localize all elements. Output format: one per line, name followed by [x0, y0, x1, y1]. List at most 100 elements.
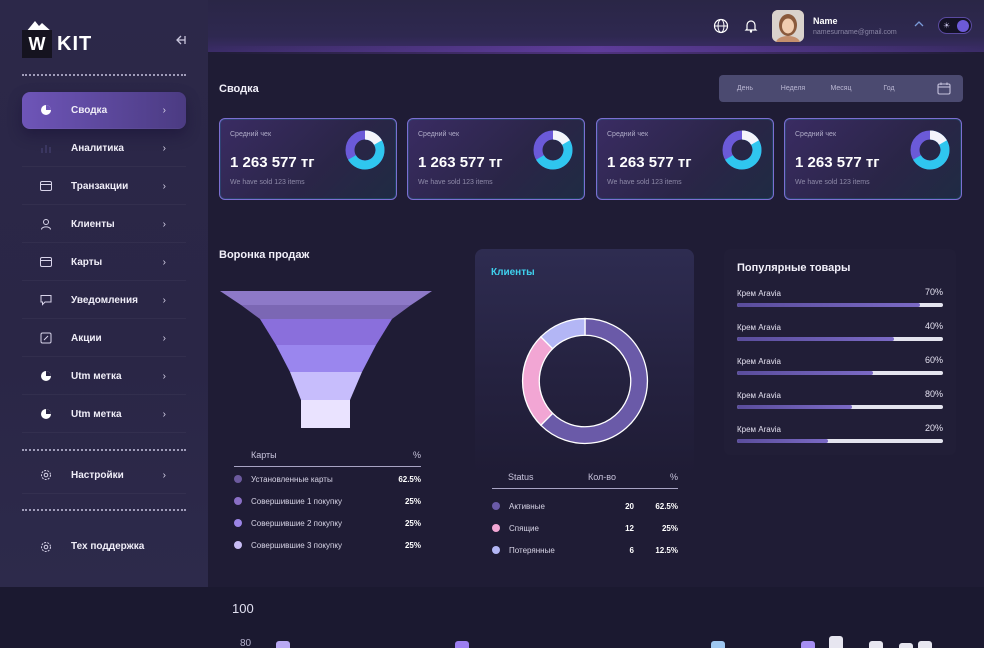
chevron-right-icon: › — [162, 408, 166, 420]
collapse-sidebar-icon[interactable] — [172, 32, 188, 48]
sidebar-item-notifications[interactable]: Уведомления › — [22, 282, 186, 319]
chevron-right-icon: › — [162, 256, 166, 268]
table-row: Совершившие 2 покупку 25% — [234, 512, 421, 534]
progress-track — [737, 337, 943, 341]
sidebar-item-settings[interactable]: Настройки › — [22, 457, 186, 494]
summary-card[interactable]: Средний чек 1 263 577 тг We have sold 12… — [784, 118, 962, 200]
donut-icon — [533, 130, 573, 170]
sidebar: W KIT Сводка › Аналитика › Транзакции › … — [0, 0, 208, 587]
row-status: Активные — [509, 501, 545, 511]
legend-dot — [492, 502, 500, 510]
period-week[interactable]: Неделя — [769, 85, 817, 92]
summary-card[interactable]: Средний чек 1 263 577 тг We have sold 12… — [596, 118, 774, 200]
column-header-count: Кол-во — [588, 472, 616, 482]
chart-bar — [801, 641, 815, 648]
progress-fill — [737, 405, 853, 409]
column-header-pct: % — [669, 472, 678, 482]
user-email: namesurname@gmail.com — [813, 29, 897, 36]
avatar[interactable] — [772, 10, 804, 42]
donut-slice — [521, 335, 554, 427]
product-row[interactable]: Крем Aravia 70% — [737, 287, 943, 309]
card-value: 1 263 577 тг — [230, 154, 315, 171]
row-count: 6 — [629, 545, 634, 555]
summary-card[interactable]: Средний чек 1 263 577 тг We have sold 12… — [219, 118, 397, 200]
legend-dot — [492, 546, 500, 554]
product-row[interactable]: Крем Aravia 80% — [737, 389, 943, 411]
funnel-stage — [220, 291, 432, 305]
card-label: Средний чек — [607, 131, 649, 138]
legend-dot — [234, 541, 242, 549]
y-tick-label: 80 — [240, 638, 252, 648]
user-icon — [36, 218, 56, 230]
logo-text: KIT — [57, 33, 93, 55]
legend-dot — [234, 497, 242, 505]
top-header — [208, 0, 984, 52]
product-name: Крем Aravia — [737, 289, 781, 298]
chart-bar — [869, 641, 883, 648]
card-subtext: We have sold 123 items — [795, 179, 870, 186]
period-year[interactable]: Год — [865, 85, 913, 92]
summary-card[interactable]: Средний чек 1 263 577 тг We have sold 12… — [407, 118, 585, 200]
card-value: 1 263 577 тг — [607, 154, 692, 171]
chevron-right-icon: › — [162, 294, 166, 306]
chevron-right-icon: › — [162, 104, 166, 116]
globe-icon[interactable] — [713, 18, 729, 34]
chevron-right-icon: › — [162, 218, 166, 230]
column-header-status: Status — [508, 472, 534, 482]
sidebar-item-label: Транзакции — [71, 180, 129, 192]
period-month[interactable]: Месяц — [817, 85, 865, 92]
row-pct: 62.5% — [398, 474, 421, 484]
period-day[interactable]: День — [721, 85, 769, 92]
product-pct: 60% — [924, 355, 943, 365]
divider — [22, 74, 186, 76]
product-row[interactable]: Крем Aravia 20% — [737, 423, 943, 445]
product-row[interactable]: Крем Aravia 40% — [737, 321, 943, 343]
sidebar-item-analytics[interactable]: Аналитика › — [22, 130, 186, 167]
progress-fill — [737, 337, 894, 341]
product-pct: 20% — [924, 423, 943, 433]
sidebar-item-label: Utm метка — [71, 408, 122, 420]
sales-funnel-chart — [220, 291, 432, 428]
row-status: Спящие — [509, 523, 539, 533]
sidebar-item-utm-2[interactable]: Utm метка › — [22, 396, 186, 433]
sidebar-item-transactions[interactable]: Транзакции › — [22, 168, 186, 205]
sidebar-item-clients[interactable]: Клиенты › — [22, 206, 186, 243]
card-icon — [36, 181, 56, 191]
theme-toggle[interactable]: ☀ — [938, 17, 972, 34]
chart-bar — [899, 643, 913, 648]
chevron-right-icon: › — [162, 142, 166, 154]
product-name: Крем Aravia — [737, 391, 781, 400]
sidebar-item-svodka[interactable]: Сводка › — [22, 92, 186, 129]
donut-icon — [722, 130, 762, 170]
bottom-chart-area — [208, 587, 984, 648]
calendar-icon[interactable] — [937, 82, 951, 95]
bell-icon[interactable] — [743, 18, 759, 34]
sidebar-item-label: Уведомления — [71, 294, 138, 306]
sidebar-item-support[interactable]: Тех поддержка — [22, 528, 186, 565]
sidebar-item-utm-1[interactable]: Utm метка › — [22, 358, 186, 395]
pie-icon — [36, 408, 56, 420]
product-row[interactable]: Крем Aravia 60% — [737, 355, 943, 377]
popular-products-panel: Популярные товары Крем Aravia 70% Крем A… — [724, 249, 956, 455]
header-glow — [208, 46, 984, 54]
row-status: Потерянные — [509, 545, 555, 555]
sidebar-item-label: Тех поддержка — [71, 541, 145, 552]
row-pct: 25% — [404, 540, 421, 550]
progress-track — [737, 371, 943, 375]
row-name: Совершившие 2 покупку — [251, 518, 342, 528]
sidebar-item-cards[interactable]: Карты › — [22, 244, 186, 281]
column-header-cards: Карты — [251, 450, 277, 460]
card-label: Средний чек — [418, 131, 460, 138]
chevron-up-icon[interactable] — [914, 20, 924, 28]
chevron-right-icon: › — [162, 180, 166, 192]
divider — [22, 449, 186, 451]
chart-bar — [455, 641, 469, 648]
logo[interactable]: W KIT — [22, 20, 142, 62]
gear-icon — [36, 469, 56, 481]
progress-track — [737, 405, 943, 409]
table-header: Status Кол-во % — [492, 472, 678, 489]
clients-table: Status Кол-во % Активные 20 62.5% Спящие… — [492, 472, 678, 561]
row-pct: 12.5% — [655, 545, 678, 555]
card-icon — [36, 257, 56, 267]
sidebar-item-promotions[interactable]: Акции › — [22, 320, 186, 357]
